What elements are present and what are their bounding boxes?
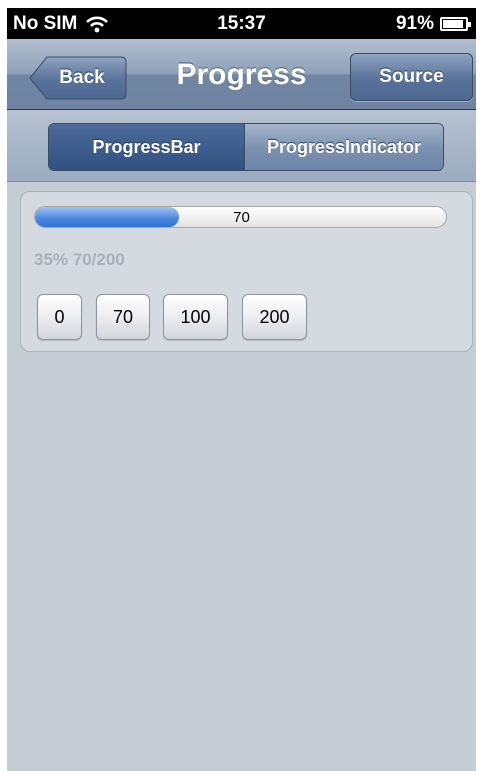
segment-toolbar: ProgressBar ProgressIndicator xyxy=(7,110,476,182)
source-button[interactable]: Source xyxy=(350,53,473,101)
device-screen: No SIM 15:37 91% Back Progress Source Pr… xyxy=(7,8,476,771)
segment-progressindicator[interactable]: ProgressIndicator xyxy=(244,124,443,170)
battery-level xyxy=(443,20,464,28)
progress-card: 70 35% 70/200 0 70 100 200 xyxy=(20,191,473,352)
navigation-bar: Back Progress Source xyxy=(7,39,476,110)
set-0-button[interactable]: 0 xyxy=(37,294,82,340)
set-100-button[interactable]: 100 xyxy=(163,294,228,340)
progress-value-label: 70 xyxy=(233,209,250,226)
progress-status-text: 35% 70/200 xyxy=(34,250,125,269)
segmented-control: ProgressBar ProgressIndicator xyxy=(48,123,444,171)
battery-icon xyxy=(440,17,471,31)
status-right: 91% xyxy=(395,13,471,35)
segment-progressbar[interactable]: ProgressBar xyxy=(49,124,244,170)
progress-bar: 70 xyxy=(34,206,447,228)
status-bar: No SIM 15:37 91% xyxy=(7,8,476,39)
set-200-button[interactable]: 200 xyxy=(242,294,307,340)
battery-percent: 91% xyxy=(395,13,434,34)
set-70-button[interactable]: 70 xyxy=(96,294,150,340)
